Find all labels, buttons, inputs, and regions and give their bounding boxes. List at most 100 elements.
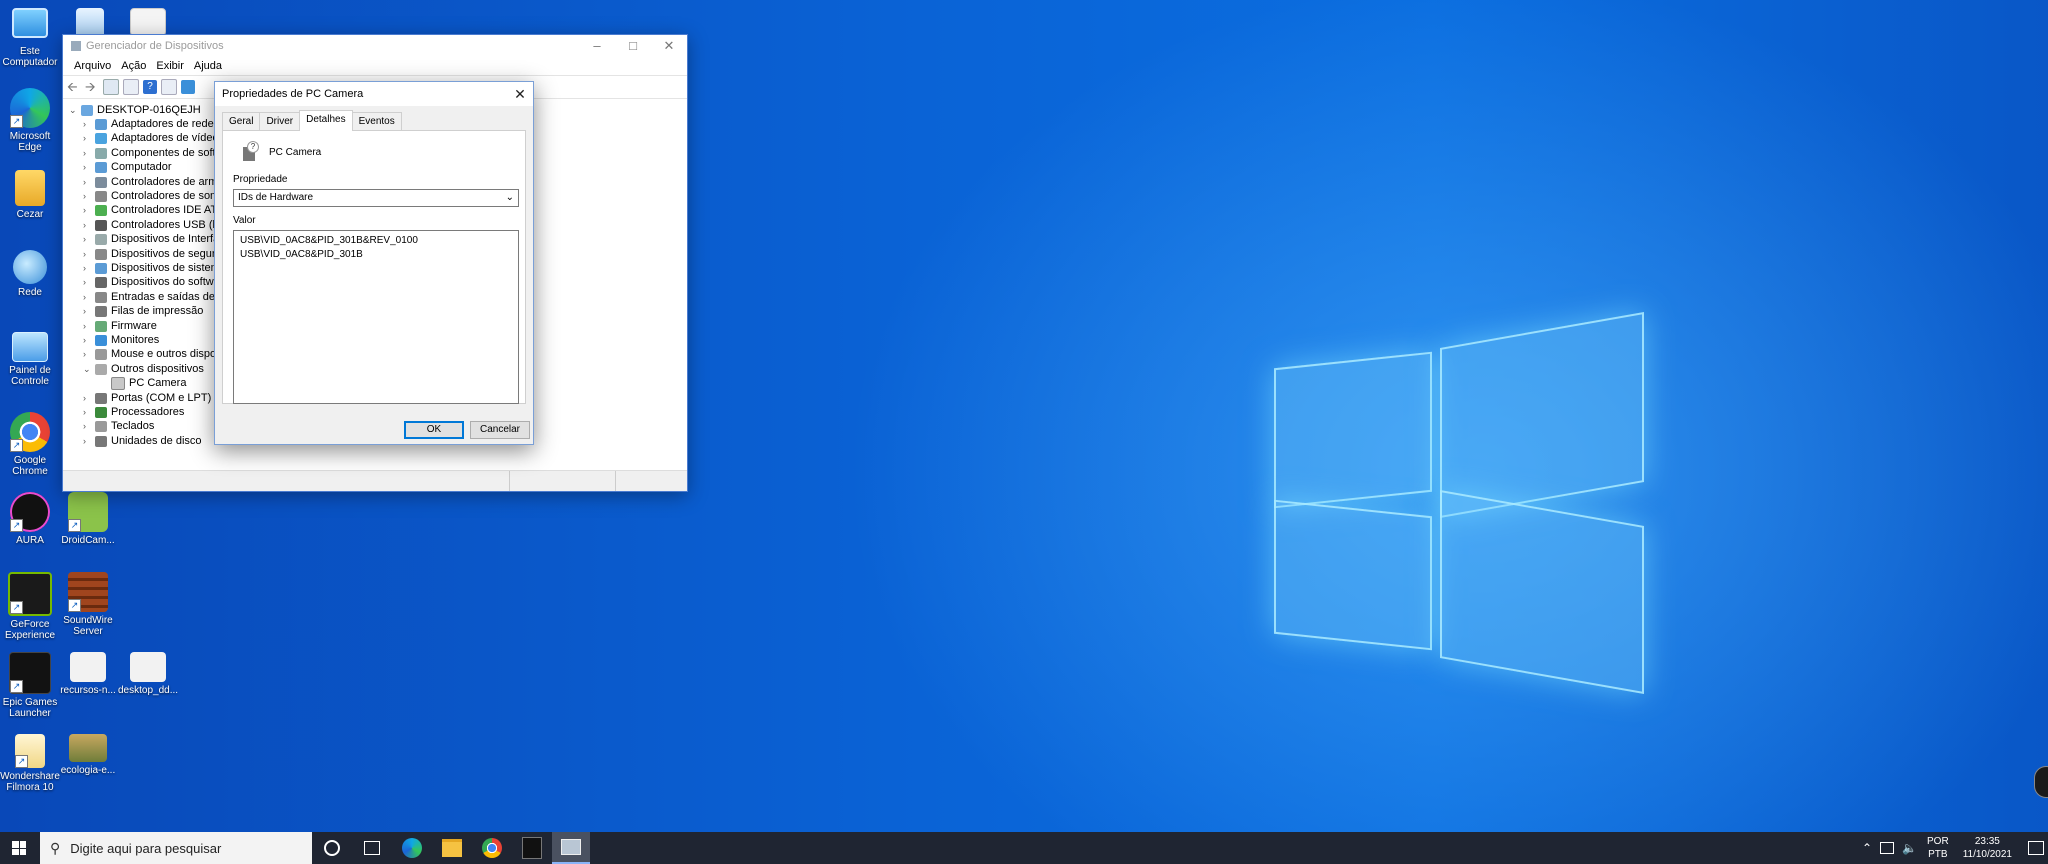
- tree-item[interactable]: › Controladores de som, v: [83, 189, 231, 203]
- expand-icon[interactable]: ›: [83, 292, 95, 302]
- value-list[interactable]: USB\VID_0AC8&PID_301B&REV_0100 USB\VID_0…: [233, 230, 519, 404]
- tab-geral[interactable]: Geral: [222, 112, 261, 131]
- task-view-button[interactable]: [356, 832, 388, 864]
- expand-icon[interactable]: ›: [83, 191, 95, 201]
- property-select[interactable]: IDs de Hardware ⌄: [233, 189, 519, 207]
- dialog-titlebar[interactable]: Propriedades de PC Camera ✕: [215, 82, 533, 106]
- desktop-icon-este-computador[interactable]: Este Computador: [0, 8, 60, 68]
- ok-button[interactable]: OK: [404, 421, 464, 439]
- tree-item[interactable]: › Processadores: [83, 405, 184, 419]
- collapse-icon[interactable]: ⌄: [69, 105, 81, 116]
- expand-icon[interactable]: ›: [83, 306, 95, 316]
- expand-icon[interactable]: ›: [83, 220, 95, 230]
- cortana-button[interactable]: [316, 832, 348, 864]
- desktop-icon-chrome[interactable]: ↗ Google Chrome: [0, 412, 60, 477]
- forward-icon[interactable]: 🡪: [85, 80, 99, 94]
- desktop-icon-painel-controle[interactable]: Painel de Controle: [0, 332, 60, 387]
- tab-eventos[interactable]: Eventos: [351, 112, 402, 131]
- tree-item[interactable]: › Portas (COM e LPT): [83, 391, 211, 405]
- tree-item[interactable]: › Teclados: [83, 419, 154, 433]
- expand-icon[interactable]: ›: [83, 407, 95, 417]
- help-icon[interactable]: ?: [143, 80, 157, 94]
- tab-detalhes[interactable]: Detalhes: [299, 110, 353, 131]
- expand-icon[interactable]: ›: [83, 335, 95, 345]
- menu-acao[interactable]: Ação: [116, 60, 151, 72]
- taskbar-epic-games[interactable]: [516, 832, 548, 864]
- desktop-icon-droidcam[interactable]: ↗ DroidCam...: [58, 492, 118, 546]
- tree-item[interactable]: › Adaptadores de rede: [83, 117, 214, 131]
- close-button[interactable]: ✕: [651, 35, 687, 57]
- tree-item[interactable]: › Firmware: [83, 319, 157, 333]
- language-indicator[interactable]: POR PTB: [1927, 835, 1949, 861]
- clock[interactable]: 23:35 11/10/2021: [1963, 835, 2012, 861]
- monitor-icon[interactable]: [181, 80, 195, 94]
- expand-icon[interactable]: ›: [83, 148, 95, 158]
- tree-item[interactable]: › Componentes de softw: [83, 146, 224, 160]
- tree-item[interactable]: › Dispositivos de Interface: [83, 232, 231, 246]
- tree-item[interactable]: › Entradas e saídas de áuc: [83, 290, 236, 304]
- expand-icon[interactable]: ›: [83, 436, 95, 446]
- properties-icon[interactable]: [103, 79, 119, 95]
- network-icon[interactable]: [1880, 842, 1895, 854]
- expand-icon[interactable]: ›: [83, 177, 95, 187]
- expand-icon[interactable]: ›: [83, 321, 95, 331]
- tree-item[interactable]: ⌄ Outros dispositivos: [83, 362, 204, 376]
- device-manager-titlebar[interactable]: Gerenciador de Dispositivos – □ ✕: [63, 35, 687, 57]
- desktop-icon-cezar[interactable]: Cezar: [0, 170, 60, 220]
- tree-item-pc-camera[interactable]: PC Camera: [99, 376, 186, 390]
- tree-item[interactable]: › Controladores USB (bar: [83, 218, 228, 232]
- maximize-button[interactable]: □: [615, 35, 651, 57]
- minimize-button[interactable]: –: [579, 35, 615, 57]
- tree-item[interactable]: › Dispositivos do software: [83, 275, 230, 289]
- tree-item[interactable]: › Adaptadores de vídeo: [83, 131, 219, 145]
- desktop-icon-rede[interactable]: Rede: [0, 250, 60, 298]
- taskbar-chrome[interactable]: [476, 832, 508, 864]
- desktop-icon-recursos[interactable]: recursos-n...: [58, 652, 118, 696]
- expand-icon[interactable]: ›: [83, 277, 95, 287]
- tree-item[interactable]: › Monitores: [83, 333, 159, 347]
- menu-arquivo[interactable]: Arquivo: [69, 60, 116, 72]
- expand-icon[interactable]: ›: [83, 205, 95, 215]
- tab-driver[interactable]: Driver: [259, 112, 301, 131]
- edge-side-button[interactable]: [2034, 766, 2048, 798]
- taskbar-edge[interactable]: [396, 832, 428, 864]
- expand-icon[interactable]: ›: [83, 249, 95, 259]
- collapse-icon[interactable]: ⌄: [83, 364, 95, 375]
- expand-icon[interactable]: ›: [83, 133, 95, 143]
- tree-item[interactable]: › Unidades de disco: [83, 434, 202, 448]
- menu-exibir[interactable]: Exibir: [151, 60, 189, 72]
- dialog-close-button[interactable]: ✕: [507, 86, 533, 103]
- desktop-icon-filmora[interactable]: ↗ Wondershare Filmora 10: [0, 734, 60, 793]
- volume-icon[interactable]: 🔈: [1902, 841, 1917, 855]
- tree-item[interactable]: › Mouse e outros disposit: [83, 347, 227, 361]
- tree-item[interactable]: › Controladores de armaz: [83, 175, 229, 189]
- expand-icon[interactable]: ›: [83, 349, 95, 359]
- expand-icon[interactable]: ›: [83, 119, 95, 129]
- tree-item[interactable]: › Dispositivos de seguran: [83, 247, 228, 261]
- back-icon[interactable]: 🡨: [67, 80, 81, 94]
- value-item[interactable]: USB\VID_0AC8&PID_301B&REV_0100: [234, 231, 518, 247]
- tree-item[interactable]: › Computador: [83, 160, 172, 174]
- start-button[interactable]: [0, 832, 38, 864]
- tree-item[interactable]: › Controladores IDE ATA/: [83, 203, 227, 217]
- chevron-up-icon[interactable]: ⌃: [1862, 841, 1872, 855]
- desktop-icon-ecologia[interactable]: ecologia-e...: [58, 734, 118, 776]
- expand-icon[interactable]: ›: [83, 162, 95, 172]
- notification-icon[interactable]: [2028, 841, 2044, 855]
- desktop-icon-desktop-dd[interactable]: desktop_dd...: [118, 652, 178, 696]
- update-driver-icon[interactable]: [123, 79, 139, 95]
- desktop-icon-geforce[interactable]: ↗ GeForce Experience: [0, 572, 60, 641]
- tree-item[interactable]: › Dispositivos de sistema: [83, 261, 226, 275]
- taskbar-file-explorer[interactable]: [436, 832, 468, 864]
- desktop-icon-aura[interactable]: ↗ AURA: [0, 492, 60, 546]
- expand-icon[interactable]: ›: [83, 421, 95, 431]
- menu-ajuda[interactable]: Ajuda: [189, 60, 227, 72]
- value-item[interactable]: USB\VID_0AC8&PID_301B: [234, 247, 518, 261]
- expand-icon[interactable]: ›: [83, 393, 95, 403]
- tree-root[interactable]: ⌄ DESKTOP-016QEJH: [69, 103, 201, 117]
- expand-icon[interactable]: ›: [83, 263, 95, 273]
- taskbar-search-box[interactable]: ⚲ Digite aqui para pesquisar: [40, 832, 312, 864]
- view-icon[interactable]: [161, 79, 177, 95]
- taskbar-device-manager[interactable]: [552, 832, 590, 864]
- expand-icon[interactable]: ›: [83, 234, 95, 244]
